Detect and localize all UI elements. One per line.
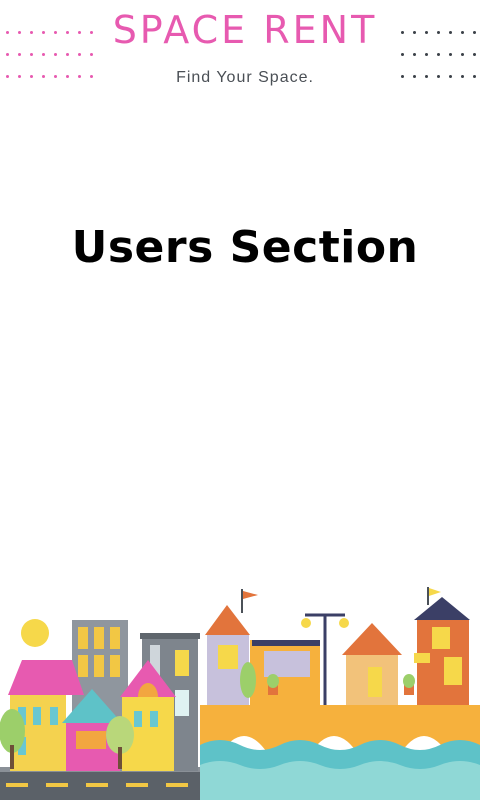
dot xyxy=(413,53,416,56)
dot xyxy=(78,53,81,56)
sun-icon xyxy=(21,619,49,647)
building-striped-house xyxy=(342,623,402,705)
app-tagline: Find Your Space. xyxy=(176,69,314,86)
building-orange-shop xyxy=(240,640,320,705)
dot xyxy=(90,53,93,56)
dot xyxy=(425,53,428,56)
dot xyxy=(461,53,464,56)
dot xyxy=(42,53,45,56)
dot xyxy=(6,53,9,56)
dot xyxy=(401,53,404,56)
app-logo-title: SPACE RENT xyxy=(112,8,378,52)
city-street-illustration xyxy=(0,587,480,800)
dot xyxy=(18,53,21,56)
dot xyxy=(30,53,33,56)
building-orange-tall xyxy=(414,587,470,705)
dot xyxy=(449,53,452,56)
page-title: Users Section xyxy=(71,222,419,273)
dot xyxy=(54,53,57,56)
dot xyxy=(437,53,440,56)
dot xyxy=(66,53,69,56)
dot xyxy=(473,53,476,56)
